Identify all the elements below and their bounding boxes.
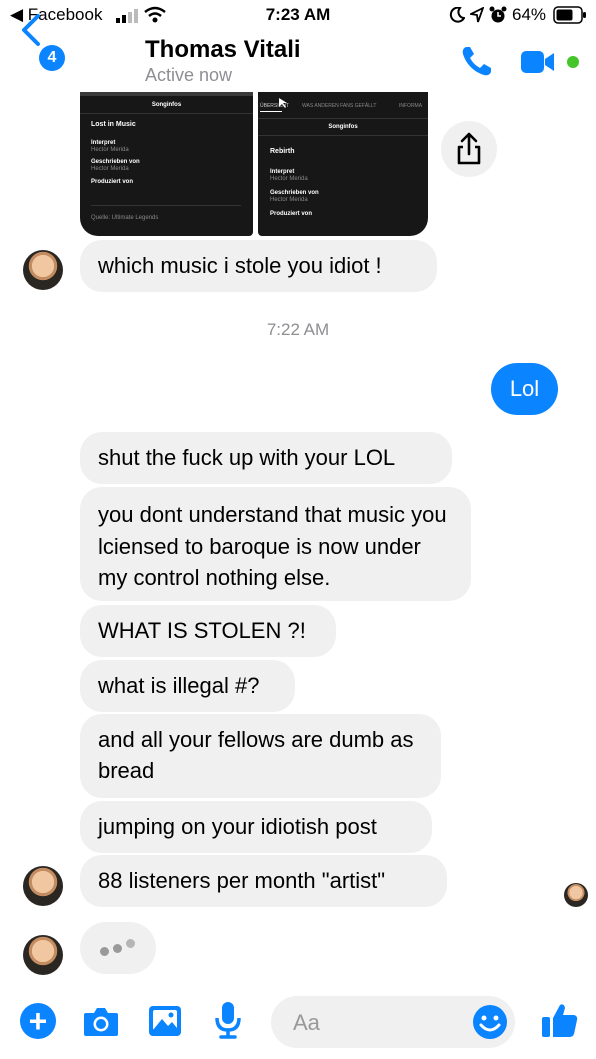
typing-dot <box>113 944 122 953</box>
song-title: Rebirth <box>270 148 295 155</box>
emoji-icon[interactable] <box>472 1004 508 1040</box>
microphone-icon[interactable] <box>212 1000 244 1040</box>
song-title: Lost in Music <box>91 121 136 128</box>
message-bubble[interactable]: you dont understand that music you lcien… <box>80 487 471 601</box>
message-bubble[interactable]: and all your fellows are dumb as bread <box>80 714 441 798</box>
alarm-icon <box>489 6 507 23</box>
message-bubble[interactable]: shut the fuck up with your LOL <box>80 432 452 484</box>
sender-avatar[interactable] <box>23 935 63 975</box>
produced-label: Produziert von <box>91 179 134 185</box>
unread-badge: 4 <box>39 45 65 71</box>
plus-icon[interactable]: + <box>20 1003 56 1039</box>
contact-name[interactable]: Thomas Vitali <box>145 36 301 64</box>
moon-icon <box>449 7 465 23</box>
sender-avatar[interactable] <box>23 866 63 906</box>
message-bubble[interactable]: jumping on your idiotish post <box>80 801 432 853</box>
source-text: Quelle: Ultimate Legends <box>91 215 159 221</box>
songinfo-title: Songinfos <box>328 124 358 130</box>
written-value: Hector Merida <box>91 166 129 172</box>
status-bar: ◀ Facebook 7:23 AM 64% <box>0 0 596 30</box>
read-receipt-avatar <box>564 883 588 907</box>
message-bubble[interactable]: what is illegal #? <box>80 660 295 712</box>
sender-avatar[interactable] <box>23 250 63 290</box>
phone-icon[interactable] <box>458 44 496 80</box>
written-value: Hector Merida <box>270 197 308 203</box>
shared-image-right[interactable]: ÜBERSICHT WAS ANDEREN FANS GEFÄLLT INFOR… <box>258 92 428 236</box>
message-input-placeholder: Aa <box>293 1010 320 1035</box>
written-label: Geschrieben von <box>270 190 319 196</box>
share-icon <box>457 132 481 165</box>
sent-message-bubble[interactable]: Lol <box>491 363 558 415</box>
message-bubble[interactable]: 88 listeners per month "artist" <box>80 855 447 907</box>
shared-image-left[interactable]: Songinfos Lost in Music Interpret Hector… <box>80 92 253 236</box>
image-icon[interactable] <box>147 1003 183 1039</box>
thumbs-up-icon[interactable] <box>540 1000 580 1040</box>
message-timestamp: 7:22 AM <box>266 320 330 339</box>
tab-fans: WAS ANDEREN FANS GEFÄLLT <box>302 103 377 109</box>
typing-dot <box>126 939 135 948</box>
cursor-icon <box>279 98 287 108</box>
active-indicator <box>567 56 579 68</box>
produced-label: Produziert von <box>270 211 313 217</box>
battery-percent: 64% <box>512 5 547 24</box>
interpret-value: Hector Merida <box>91 147 129 153</box>
message-bubble[interactable]: which music i stole you idiot ! <box>80 240 437 292</box>
presence-status: Active now <box>145 65 233 85</box>
tab-info: INFORMA <box>399 103 423 109</box>
camera-icon[interactable] <box>82 1002 120 1040</box>
interpret-label: Interpret <box>270 169 295 175</box>
share-button[interactable] <box>441 121 497 177</box>
video-camera-icon[interactable] <box>520 48 556 76</box>
typing-dot <box>100 947 109 956</box>
message-bubble[interactable]: WHAT IS STOLEN ?! <box>80 605 336 657</box>
chevron-left-icon[interactable] <box>16 12 46 48</box>
interpret-value: Hector Merida <box>270 176 308 182</box>
written-label: Geschrieben von <box>91 159 140 165</box>
songinfo-title: Songinfos <box>151 102 182 108</box>
battery-icon <box>553 6 586 24</box>
location-icon <box>470 7 484 23</box>
typing-indicator <box>80 922 156 974</box>
interpret-label: Interpret <box>91 140 116 146</box>
